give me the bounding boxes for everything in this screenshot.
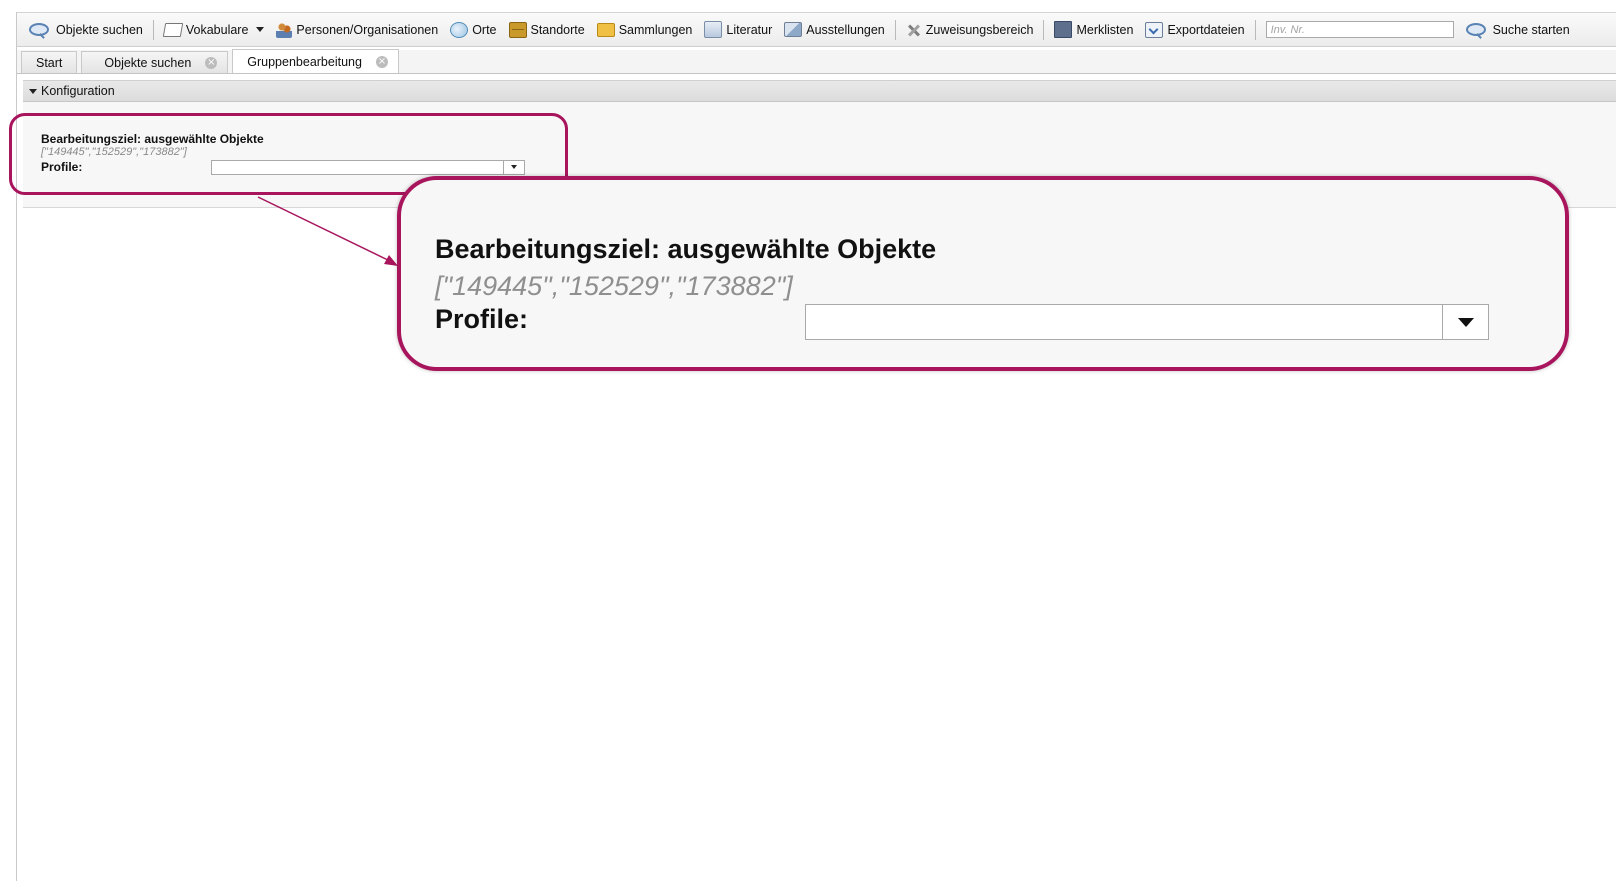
search-icon bbox=[1465, 23, 1486, 36]
configuration-panel-header[interactable]: Konfiguration bbox=[23, 80, 1616, 102]
toolbar-exportdateien[interactable]: Exportdateien bbox=[1139, 17, 1250, 43]
close-icon[interactable]: × bbox=[375, 55, 388, 68]
list-icon bbox=[1054, 21, 1073, 38]
close-icon[interactable]: × bbox=[205, 56, 218, 69]
chevron-down-icon bbox=[256, 27, 265, 32]
toolbar-personen-organisationen[interactable]: Personen/Organisationen bbox=[270, 17, 444, 43]
zoom-profile-select[interactable] bbox=[805, 304, 1489, 340]
collapse-triangle-icon bbox=[29, 88, 37, 94]
zoom-profile-label: Profile: bbox=[435, 304, 529, 334]
toolbar-orte[interactable]: Orte bbox=[444, 17, 502, 43]
people-icon bbox=[276, 21, 293, 38]
chevron-down-icon bbox=[1457, 317, 1474, 327]
inventory-number-input[interactable] bbox=[1265, 21, 1454, 38]
toolbar-literatur[interactable]: Literatur bbox=[698, 17, 778, 43]
toolbar-objekte-suchen[interactable]: Objekte suchen bbox=[23, 17, 149, 43]
toolbar-ausstellungen[interactable]: Ausstellungen bbox=[778, 17, 891, 43]
cabinet-icon bbox=[508, 21, 527, 38]
zoom-edit-target-label: Bearbeitungsziel: ausgewählte Objekte bbox=[435, 234, 937, 264]
profile-row: Profile: bbox=[41, 159, 561, 175]
search-icon bbox=[29, 23, 49, 36]
tab-bar: Start Objekte suchen × Gruppenbearbeitun… bbox=[17, 49, 1616, 74]
app-window: Objekte suchen Vokabulare Personen/Organ… bbox=[16, 12, 1616, 881]
group-edit-form: Bearbeitungsziel: ausgewählte Objekte ["… bbox=[41, 132, 561, 175]
tools-icon bbox=[906, 22, 922, 38]
toolbar-separator bbox=[1254, 19, 1256, 40]
toolbar-vokabulare[interactable]: Vokabulare bbox=[158, 17, 271, 43]
export-icon bbox=[1145, 21, 1164, 38]
toolbar-sammlungen[interactable]: Sammlungen bbox=[591, 17, 699, 43]
profile-select[interactable] bbox=[211, 159, 525, 175]
toolbar-standorte[interactable]: Standorte bbox=[503, 17, 591, 43]
toolbar-separator bbox=[894, 19, 896, 40]
zoom-callout: Bearbeitungsziel: ausgewählte Objekte ["… bbox=[397, 176, 1569, 371]
tab-gruppenbearbeitung[interactable]: Gruppenbearbeitung × bbox=[232, 49, 399, 73]
chevron-down-icon bbox=[511, 165, 517, 169]
easel-icon bbox=[784, 22, 803, 37]
tab-start[interactable]: Start bbox=[21, 51, 78, 73]
document-icon bbox=[704, 21, 723, 38]
profile-label: Profile: bbox=[41, 160, 83, 174]
toolbar-merklisten[interactable]: Merklisten bbox=[1048, 17, 1139, 43]
book-icon bbox=[162, 22, 184, 37]
toolbar-separator bbox=[152, 19, 154, 40]
main-toolbar: Objekte suchen Vokabulare Personen/Organ… bbox=[17, 13, 1616, 47]
zoom-profile-dropdown-button[interactable] bbox=[1442, 305, 1488, 339]
zoom-selected-object-ids: ["149445","152529","173882"] bbox=[435, 271, 793, 301]
selected-object-ids: ["149445","152529","173882"] bbox=[41, 146, 187, 158]
globe-icon bbox=[450, 21, 469, 38]
toolbar-zuweisungsbereich[interactable]: Zuweisungsbereich bbox=[900, 17, 1040, 43]
edit-target-label: Bearbeitungsziel: ausgewählte Objekte bbox=[41, 132, 264, 146]
search-start-button[interactable]: Suche starten bbox=[1460, 17, 1576, 43]
tab-objekte-suchen[interactable]: Objekte suchen × bbox=[81, 51, 229, 73]
profile-dropdown-button[interactable] bbox=[503, 160, 524, 174]
folder-icon bbox=[596, 22, 615, 37]
toolbar-separator bbox=[1043, 19, 1045, 40]
